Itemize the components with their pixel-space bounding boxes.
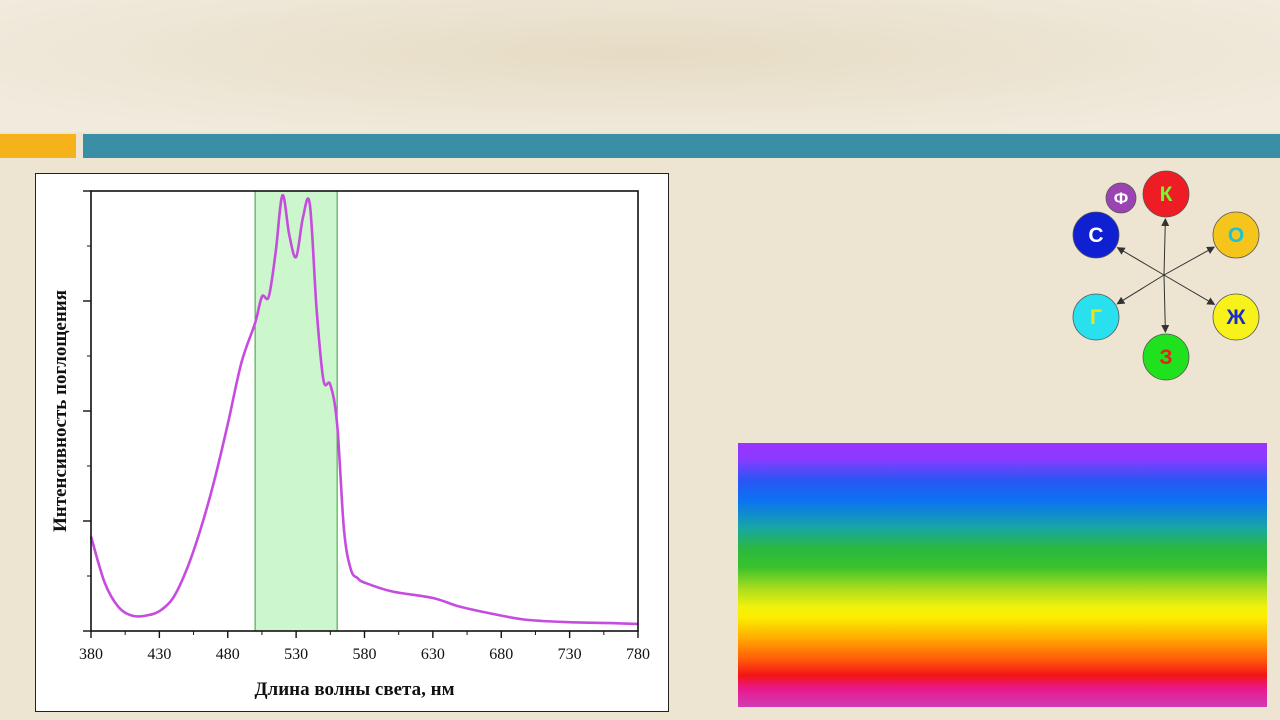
x-axis-label: Длина волны света, нм (254, 679, 454, 700)
wheel-arrow (1116, 247, 1165, 276)
color-spectrum (738, 443, 1267, 707)
wheel-circles: К О Ж З Г СФ (1072, 170, 1260, 381)
x-tick-label: 430 (147, 646, 171, 663)
wheel-arrow (1163, 246, 1216, 276)
header-area (0, 0, 1280, 132)
accent-band-orange (0, 134, 76, 158)
x-tick-label: 380 (79, 646, 103, 663)
y-ticks (83, 190, 91, 632)
wheel-letter: Ж (1226, 306, 1247, 329)
x-tick-label: 680 (489, 646, 513, 663)
plot-area-border (90, 190, 639, 632)
x-ticks: 380 430 480 530 580 630 680 730 780 (79, 631, 650, 663)
wheel-arrow (1116, 274, 1165, 305)
x-tick-label: 480 (216, 646, 240, 663)
x-tick-label: 630 (421, 646, 445, 663)
color-wheel: К О Ж З Г СФ (1064, 168, 1274, 384)
wheel-letter: З (1159, 346, 1172, 369)
wheel-arrow (1161, 274, 1170, 334)
wheel-letter: О (1228, 224, 1244, 247)
wheel-letter: Г (1090, 306, 1102, 329)
absorption-chart: 380 430 480 530 580 630 680 730 780 Интенсивност… (35, 173, 669, 712)
x-tick-label: 530 (284, 646, 308, 663)
x-tick-label: 780 (626, 646, 650, 663)
wheel-letter: С (1088, 224, 1103, 247)
x-tick-label: 580 (353, 646, 377, 663)
wheel-letter: К (1160, 183, 1173, 206)
wheel-arrow (1161, 217, 1170, 276)
color-wheel-canvas: К О Ж З Г СФ (1072, 170, 1260, 381)
wheel-letter: Ф (1114, 189, 1129, 208)
y-axis-label: Интенсивность поглощения (50, 290, 71, 532)
wheel-arrows (1116, 217, 1216, 334)
x-tick-label: 730 (558, 646, 582, 663)
wheel-arrow (1163, 274, 1216, 305)
chart-canvas: 380 430 480 530 580 630 680 730 780 Интенсивност… (50, 190, 650, 700)
accent-band-teal (83, 134, 1280, 158)
absorption-line (89, 194, 639, 626)
